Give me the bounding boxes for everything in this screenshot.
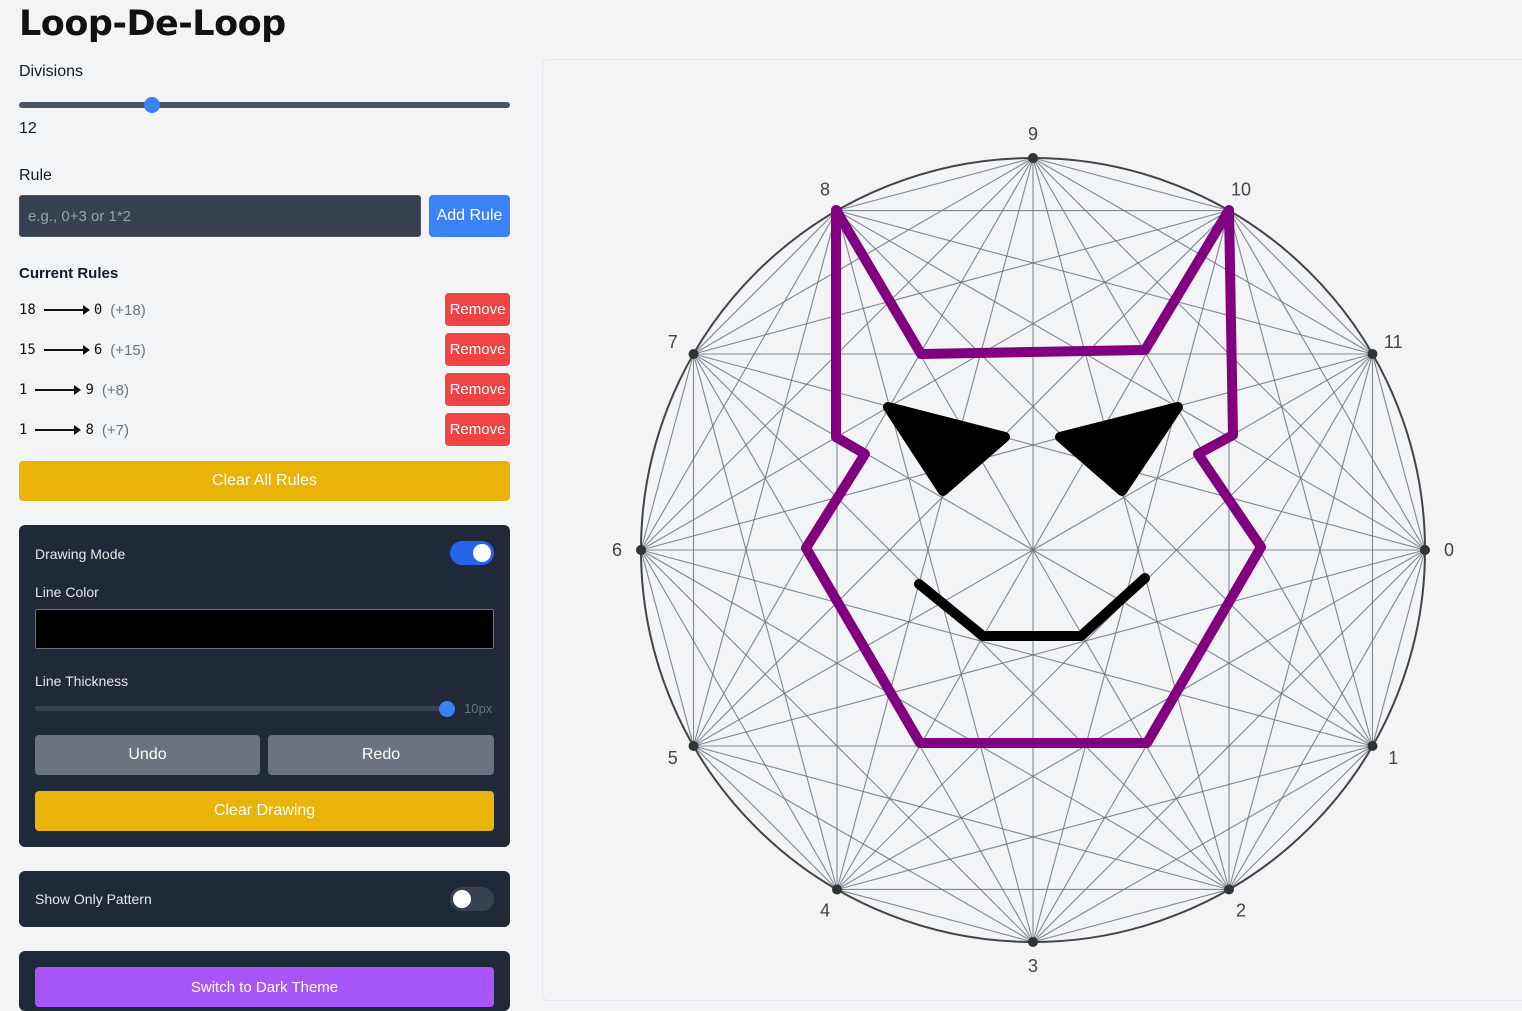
- drawn-eye-left: [883, 402, 1010, 496]
- rule-delta: (+7): [101, 421, 129, 439]
- arrow-icon: [35, 385, 82, 395]
- divisions-slider-thumb[interactable]: [144, 97, 161, 113]
- remove-rule-button[interactable]: Remove: [445, 293, 510, 326]
- arrow-icon: [35, 425, 82, 435]
- show-only-pattern-panel: Show Only Pattern: [19, 871, 510, 927]
- remove-rule-button[interactable]: Remove: [445, 413, 510, 446]
- division-point: [688, 741, 699, 751]
- rule-input[interactable]: [19, 195, 421, 237]
- rule-delta: (+15): [110, 341, 146, 359]
- rule-to: 0: [93, 302, 103, 318]
- division-point: [1367, 741, 1378, 751]
- pattern-line: [1371, 353, 1426, 551]
- pattern-line: [640, 549, 695, 747]
- rule-from: 18: [19, 302, 36, 318]
- pattern-line: [693, 745, 838, 890]
- pattern-line: [1032, 888, 1230, 943]
- pattern-line: [836, 157, 1034, 212]
- show-only-pattern-toggle[interactable]: [450, 887, 494, 911]
- line-thickness-label: Line Thickness: [35, 673, 129, 689]
- division-label: 1: [1388, 748, 1398, 768]
- division-point: [688, 349, 699, 359]
- undo-button[interactable]: Undo: [35, 735, 260, 775]
- rule-delta: (+18): [110, 301, 146, 319]
- division-label: 0: [1444, 540, 1454, 560]
- pattern-line: [640, 353, 695, 551]
- redo-button[interactable]: Redo: [268, 735, 494, 775]
- division-label: 6: [612, 540, 622, 560]
- rule-item: 15 6 (+15): [19, 340, 146, 360]
- division-label: 10: [1231, 180, 1251, 200]
- pattern-line: [1228, 210, 1373, 355]
- pattern-line: [836, 888, 1034, 943]
- page-title: Loop-De-Loop: [19, 4, 286, 44]
- rule-label: Rule: [19, 167, 52, 184]
- division-point: [636, 545, 646, 555]
- drawn-eye-right: [1055, 402, 1183, 496]
- pattern-line: [1228, 353, 1374, 890]
- drawing-panel: Drawing Mode Line Color Line Thickness 1…: [19, 525, 510, 847]
- arrow-icon: [43, 345, 90, 355]
- division-label: 7: [668, 332, 678, 352]
- division-point: [1420, 545, 1430, 555]
- division-point: [1224, 884, 1234, 895]
- divisions-label: Divisions: [19, 63, 84, 80]
- drawn-mouth: [914, 573, 1150, 641]
- rule-to: 8: [85, 422, 94, 438]
- line-thickness-thumb[interactable]: [439, 701, 455, 717]
- remove-rule-button[interactable]: Remove: [445, 333, 510, 366]
- division-label: 3: [1028, 956, 1038, 976]
- pattern-line: [693, 209, 1230, 355]
- line-thickness-slider[interactable]: [35, 701, 455, 717]
- rule-item: 18 0 (+18): [19, 300, 146, 320]
- drawing-mode-toggle[interactable]: [450, 541, 494, 565]
- rule-to: 6: [93, 342, 103, 358]
- division-point: [1367, 349, 1378, 359]
- rule-from: 1: [19, 382, 28, 398]
- toggle-knob: [473, 544, 491, 562]
- switch-theme-button[interactable]: Switch to Dark Theme: [35, 967, 494, 1007]
- toggle-knob: [453, 890, 471, 908]
- pattern-line: [1228, 745, 1373, 890]
- divisions-slider[interactable]: [19, 97, 510, 113]
- rule-delta: (+8): [101, 381, 129, 399]
- loop-figure[interactable]: 0 1 2 3 4 5 6 7 8 9 10 11: [543, 60, 1522, 1000]
- division-point: [1028, 937, 1038, 947]
- rule-item: 1 8 (+7): [19, 420, 129, 440]
- drawing-canvas[interactable]: 0 1 2 3 4 5 6 7 8 9 10 11: [542, 59, 1522, 1001]
- division-point: [832, 884, 842, 895]
- show-only-pattern-label: Show Only Pattern: [35, 891, 152, 907]
- rule-from: 1: [19, 422, 28, 438]
- add-rule-button[interactable]: Add Rule: [429, 195, 510, 237]
- rule-item: 1 9 (+8): [19, 380, 129, 400]
- division-label: 2: [1236, 900, 1246, 920]
- pattern-line: [640, 210, 1230, 551]
- rule-to: 9: [85, 382, 94, 398]
- pattern-line: [1032, 157, 1230, 212]
- division-label: 9: [1028, 124, 1038, 144]
- division-point: [1028, 153, 1038, 163]
- clear-all-rules-button[interactable]: Clear All Rules: [19, 461, 510, 501]
- remove-rule-button[interactable]: Remove: [445, 373, 510, 406]
- pattern-line: [693, 210, 838, 355]
- division-label: 5: [668, 748, 678, 768]
- pattern-line: [1371, 549, 1426, 747]
- rule-from: 15: [19, 342, 36, 358]
- clear-drawing-button[interactable]: Clear Drawing: [35, 791, 494, 831]
- drawing-mode-label: Drawing Mode: [35, 546, 126, 562]
- line-color-label: Line Color: [35, 584, 99, 600]
- pattern-line: [640, 210, 838, 551]
- arrow-icon: [43, 305, 90, 315]
- current-rules-heading: Current Rules: [19, 265, 119, 282]
- division-label: 8: [820, 180, 830, 200]
- line-color-picker[interactable]: [35, 609, 494, 649]
- line-thickness-value: 10px: [464, 701, 493, 716]
- division-label: 4: [820, 900, 830, 920]
- divisions-value: 12: [19, 120, 37, 137]
- pattern-line: [836, 209, 1373, 355]
- division-label: 11: [1384, 332, 1403, 352]
- theme-panel: Switch to Dark Theme: [19, 951, 510, 1011]
